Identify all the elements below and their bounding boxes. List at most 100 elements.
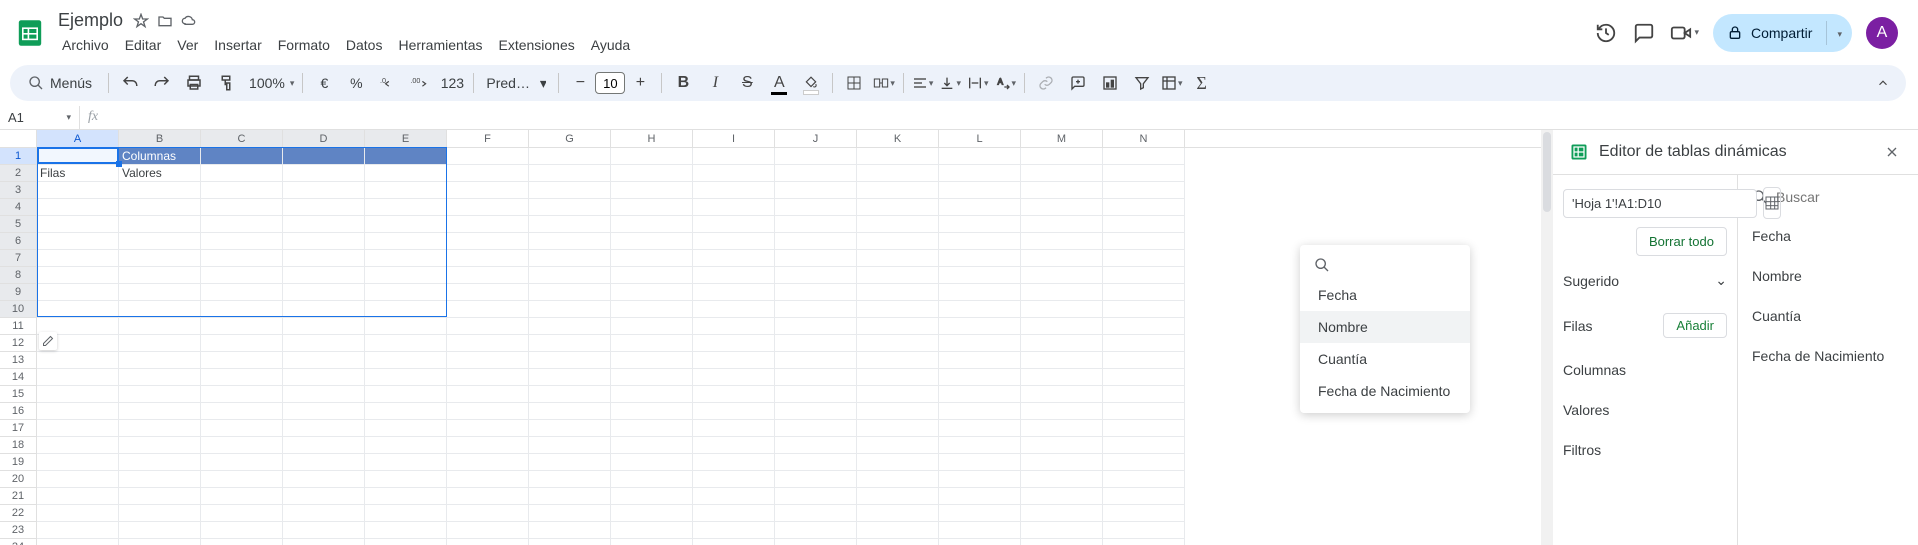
- cell[interactable]: [119, 522, 201, 539]
- field-search-input[interactable]: [1776, 185, 1918, 209]
- cell[interactable]: [37, 420, 119, 437]
- cell[interactable]: [529, 539, 611, 545]
- cell[interactable]: [365, 539, 447, 545]
- cell[interactable]: [1021, 488, 1103, 505]
- cell[interactable]: [447, 199, 529, 216]
- cell[interactable]: [365, 420, 447, 437]
- cell[interactable]: [37, 437, 119, 454]
- cell[interactable]: [857, 216, 939, 233]
- cell[interactable]: [201, 352, 283, 369]
- cell[interactable]: [283, 250, 365, 267]
- avatar[interactable]: A: [1866, 17, 1898, 49]
- cell[interactable]: [201, 148, 283, 165]
- cell[interactable]: [447, 165, 529, 182]
- cell[interactable]: [283, 522, 365, 539]
- italic-button[interactable]: I: [700, 68, 730, 98]
- cell[interactable]: [693, 182, 775, 199]
- cell[interactable]: [611, 199, 693, 216]
- cell[interactable]: [611, 420, 693, 437]
- cell[interactable]: [447, 352, 529, 369]
- cell[interactable]: [1103, 539, 1185, 545]
- decrease-font-button[interactable]: −: [565, 68, 595, 98]
- cell[interactable]: [693, 420, 775, 437]
- cell[interactable]: [1021, 199, 1103, 216]
- cell[interactable]: [119, 352, 201, 369]
- cell[interactable]: [283, 216, 365, 233]
- cell[interactable]: [1021, 522, 1103, 539]
- popup-item-nombre[interactable]: Nombre: [1300, 311, 1470, 343]
- cell[interactable]: [939, 386, 1021, 403]
- row-header-1[interactable]: 1: [0, 148, 37, 165]
- cell[interactable]: [775, 182, 857, 199]
- row-header-17[interactable]: 17: [0, 420, 37, 437]
- cell[interactable]: [1103, 386, 1185, 403]
- cell[interactable]: [775, 318, 857, 335]
- cell[interactable]: [283, 488, 365, 505]
- cell[interactable]: [365, 471, 447, 488]
- cell[interactable]: [1103, 369, 1185, 386]
- cell[interactable]: [857, 505, 939, 522]
- cell[interactable]: [693, 454, 775, 471]
- cell[interactable]: [611, 318, 693, 335]
- cell[interactable]: [37, 369, 119, 386]
- cell[interactable]: [283, 539, 365, 545]
- cell[interactable]: [775, 301, 857, 318]
- redo-button[interactable]: [147, 68, 177, 98]
- cell[interactable]: [693, 471, 775, 488]
- cell[interactable]: [201, 420, 283, 437]
- zoom-select[interactable]: 100%▾: [243, 75, 296, 91]
- cell[interactable]: [1021, 335, 1103, 352]
- paint-format-button[interactable]: [211, 68, 241, 98]
- cell[interactable]: [1103, 437, 1185, 454]
- cell[interactable]: [447, 182, 529, 199]
- fill-handle[interactable]: [116, 161, 122, 167]
- cell[interactable]: [693, 216, 775, 233]
- cell[interactable]: [447, 216, 529, 233]
- cell[interactable]: [365, 454, 447, 471]
- cell[interactable]: [365, 386, 447, 403]
- row-header-19[interactable]: 19: [0, 454, 37, 471]
- cell[interactable]: [1103, 471, 1185, 488]
- cell[interactable]: [201, 301, 283, 318]
- cell[interactable]: [283, 335, 365, 352]
- cell[interactable]: [693, 369, 775, 386]
- cell[interactable]: [119, 199, 201, 216]
- cell[interactable]: [857, 233, 939, 250]
- cell[interactable]: [529, 505, 611, 522]
- cell[interactable]: [37, 522, 119, 539]
- cell[interactable]: Filas: [37, 165, 119, 182]
- cell[interactable]: [201, 267, 283, 284]
- cell[interactable]: [529, 352, 611, 369]
- cell[interactable]: [939, 488, 1021, 505]
- col-header-L[interactable]: L: [939, 130, 1021, 147]
- print-button[interactable]: [179, 68, 209, 98]
- cell[interactable]: [1021, 148, 1103, 165]
- cell[interactable]: [119, 420, 201, 437]
- cell[interactable]: [939, 335, 1021, 352]
- cell[interactable]: [857, 437, 939, 454]
- currency-button[interactable]: €: [309, 68, 339, 98]
- cell[interactable]: [693, 165, 775, 182]
- cell[interactable]: [611, 301, 693, 318]
- cell[interactable]: [447, 233, 529, 250]
- cell[interactable]: [775, 199, 857, 216]
- cell[interactable]: [529, 216, 611, 233]
- select-all-corner[interactable]: [0, 130, 37, 147]
- cell[interactable]: [1103, 199, 1185, 216]
- row-header-9[interactable]: 9: [0, 284, 37, 301]
- cell[interactable]: [365, 165, 447, 182]
- cell[interactable]: [119, 216, 201, 233]
- cell[interactable]: [775, 148, 857, 165]
- cell[interactable]: [775, 267, 857, 284]
- cell[interactable]: [37, 216, 119, 233]
- cell[interactable]: [447, 403, 529, 420]
- cell[interactable]: [365, 335, 447, 352]
- cell[interactable]: [857, 522, 939, 539]
- cell[interactable]: [119, 488, 201, 505]
- cell[interactable]: [857, 301, 939, 318]
- row-header-23[interactable]: 23: [0, 522, 37, 539]
- row-header-24[interactable]: 24: [0, 539, 37, 545]
- cell[interactable]: [1103, 182, 1185, 199]
- cell[interactable]: [939, 471, 1021, 488]
- menu-insertar[interactable]: Insertar: [206, 33, 269, 57]
